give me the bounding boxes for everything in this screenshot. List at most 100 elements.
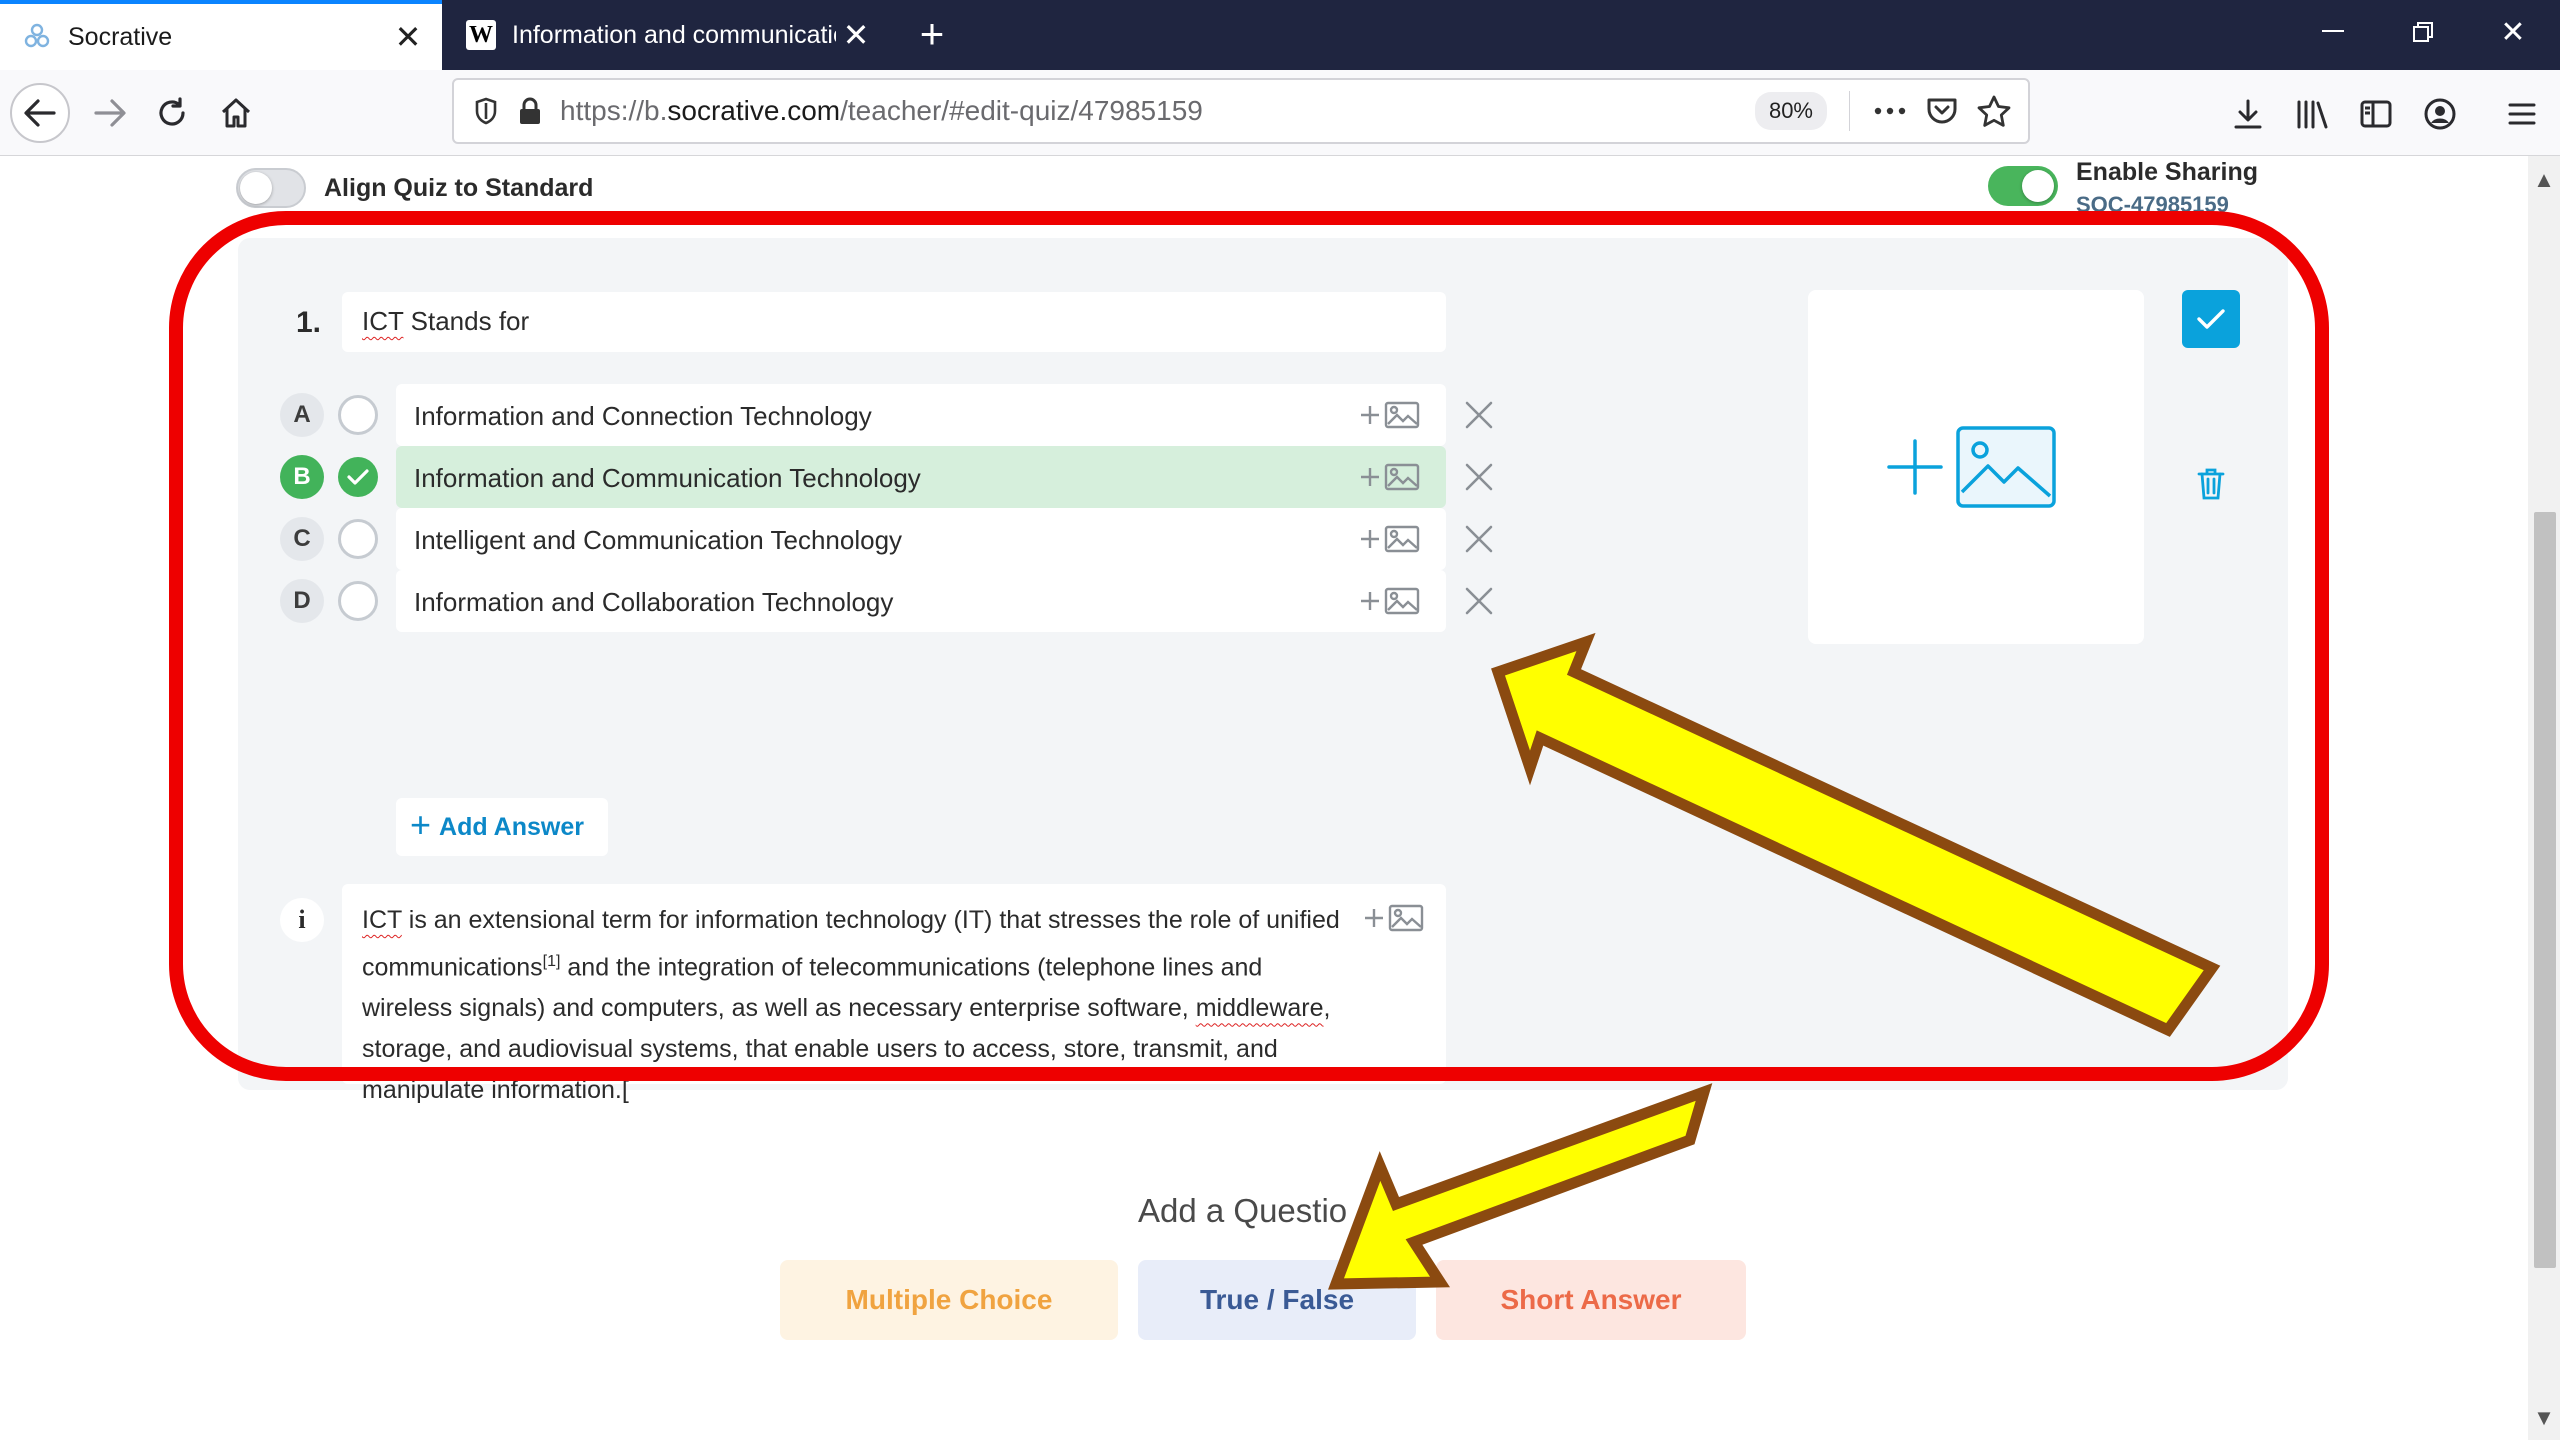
explanation-info-icon: i	[280, 898, 324, 942]
explanation-text: ICT is an extensional term for informati…	[362, 900, 1342, 1111]
url-separator	[1849, 91, 1850, 131]
question-number: 1.	[296, 306, 322, 339]
url-domain: socrative.com	[667, 95, 841, 126]
question-text-input[interactable]: ICT Stands for	[342, 292, 1446, 352]
tab-strip: Socrative ✕ W Information and communicat…	[0, 0, 2560, 70]
socrative-logo-icon	[22, 22, 52, 52]
answer-text: Information and Communication Technology	[414, 463, 921, 493]
reload-icon[interactable]	[142, 83, 202, 143]
add-answer-button[interactable]: + Add Answer	[396, 798, 608, 856]
delete-answer-icon[interactable]	[1460, 396, 1498, 434]
add-image-icon[interactable]	[1358, 523, 1424, 555]
back-arrow-icon[interactable]	[10, 83, 70, 143]
correct-answer-radio[interactable]	[338, 581, 378, 621]
answer-letter: A	[280, 393, 324, 437]
menu-hamburger-icon[interactable]	[2496, 88, 2548, 140]
forward-arrow-icon[interactable]	[80, 83, 140, 143]
delete-answer-icon[interactable]	[1460, 520, 1498, 558]
url-path: /teacher/#edit-quiz/47985159	[840, 95, 1203, 126]
scroll-thumb[interactable]	[2534, 512, 2556, 1268]
answer-row-d: D Information and Collaboration Technolo…	[280, 570, 1493, 632]
answer-letter: B	[280, 455, 324, 499]
answer-text: Intelligent and Communication Technology	[414, 525, 903, 555]
delete-answer-icon[interactable]	[1460, 582, 1498, 620]
add-image-icon	[1887, 426, 2056, 508]
url-text[interactable]: https://b.socrative.com/teacher/#edit-qu…	[560, 95, 1755, 127]
footnote-marker: [1]	[542, 953, 561, 970]
question-text-misspelled: ICT	[362, 306, 404, 336]
question-text-rest: Stands for	[403, 306, 530, 336]
delete-answer-icon[interactable]	[1460, 458, 1498, 496]
answer-input[interactable]: Information and Connection Technology	[396, 384, 1446, 446]
question-media-upload[interactable]	[1808, 290, 2144, 644]
page-content: Align Quiz to Standard Enable Sharing SO…	[0, 156, 2528, 1440]
explanation-misspelled: ICT	[362, 906, 402, 934]
vertical-scrollbar[interactable]: ▲ ▼	[2528, 156, 2560, 1440]
checkmark-icon	[347, 469, 369, 485]
answer-text: Information and Collaboration Technology	[414, 587, 894, 617]
tab-title: Information and communicatio	[512, 20, 836, 49]
minimize-icon[interactable]	[2288, 0, 2378, 64]
pocket-icon[interactable]	[1916, 85, 1968, 137]
library-icon[interactable]	[2286, 88, 2338, 140]
answer-input[interactable]: Information and Collaboration Technology	[396, 570, 1446, 632]
url-prefix: https://b.	[560, 95, 668, 126]
scroll-up-arrow-icon[interactable]: ▲	[2528, 164, 2560, 196]
correct-answer-radio[interactable]	[338, 457, 378, 497]
tab-wikipedia[interactable]: W Information and communicatio ✕	[444, 0, 890, 70]
page-actions-icon[interactable]	[1864, 85, 1916, 137]
align-standard-label: Align Quiz to Standard	[324, 174, 594, 202]
add-image-icon[interactable]	[1362, 902, 1428, 934]
true-false-button[interactable]: True / False	[1138, 1260, 1416, 1340]
short-answer-button[interactable]: Short Answer	[1436, 1260, 1746, 1340]
toggle-knob	[2022, 170, 2054, 202]
shield-icon[interactable]	[466, 91, 506, 131]
bookmark-star-icon[interactable]	[1968, 85, 2020, 137]
answer-row-a: A Information and Connection Technology	[280, 384, 1493, 446]
download-icon[interactable]	[2222, 88, 2274, 140]
close-tab-icon[interactable]: ✕	[836, 15, 876, 55]
new-tab-button[interactable]: +	[910, 10, 954, 57]
align-standard-toggle[interactable]	[236, 168, 306, 208]
tab-title: Socrative	[68, 22, 173, 51]
add-image-icon[interactable]	[1358, 461, 1424, 493]
checkmark-icon	[2197, 309, 2225, 329]
plus-icon: +	[410, 804, 432, 845]
toggle-knob	[240, 172, 272, 204]
zoom-level-badge[interactable]: 80%	[1754, 92, 1827, 130]
restore-icon[interactable]	[2378, 0, 2468, 64]
answer-input[interactable]: Information and Communication Technology	[396, 446, 1446, 508]
add-image-icon[interactable]	[1358, 585, 1424, 617]
add-image-icon[interactable]	[1358, 399, 1424, 431]
multiple-choice-button[interactable]: Multiple Choice	[780, 1260, 1118, 1340]
wikipedia-w-icon: W	[466, 20, 496, 50]
answer-letter: D	[280, 579, 324, 623]
question-card: 1. ICT Stands for A Information and Conn…	[238, 238, 2288, 1104]
add-question-title: Add a Questio	[1138, 1192, 1348, 1229]
account-icon[interactable]	[2414, 88, 2466, 140]
answer-row-b: B Information and Communication Technolo…	[280, 446, 1493, 508]
navigation-bar: https://b.socrative.com/teacher/#edit-qu…	[0, 70, 2560, 156]
address-bar[interactable]: https://b.socrative.com/teacher/#edit-qu…	[452, 78, 2030, 144]
tab-socrative[interactable]: Socrative ✕	[0, 0, 442, 70]
save-question-button[interactable]	[2182, 290, 2240, 348]
add-answer-label: Add Answer	[439, 812, 584, 841]
enable-sharing-label: Enable Sharing	[2076, 158, 2258, 186]
explanation-input[interactable]: ICT is an extensional term for informati…	[342, 884, 1446, 1104]
answer-input[interactable]: Intelligent and Communication Technology	[396, 508, 1446, 570]
enable-sharing-toggle[interactable]	[1988, 166, 2058, 206]
share-code: SOC-47985159	[2076, 192, 2229, 217]
lock-icon[interactable]	[510, 91, 550, 131]
delete-question-trash-icon[interactable]	[2192, 464, 2230, 504]
sidebar-icon[interactable]	[2350, 88, 2402, 140]
scroll-down-arrow-icon[interactable]: ▼	[2528, 1402, 2560, 1434]
close-tab-icon[interactable]: ✕	[388, 17, 428, 57]
explanation-misspelled: middleware	[1195, 994, 1324, 1023]
answer-text: Information and Connection Technology	[414, 401, 872, 431]
correct-answer-radio[interactable]	[338, 519, 378, 559]
answer-letter: C	[280, 517, 324, 561]
home-icon[interactable]	[206, 83, 266, 143]
close-window-icon[interactable]: ✕	[2468, 0, 2558, 64]
answer-row-c: C Intelligent and Communication Technolo…	[280, 508, 1493, 570]
correct-answer-radio[interactable]	[338, 395, 378, 435]
